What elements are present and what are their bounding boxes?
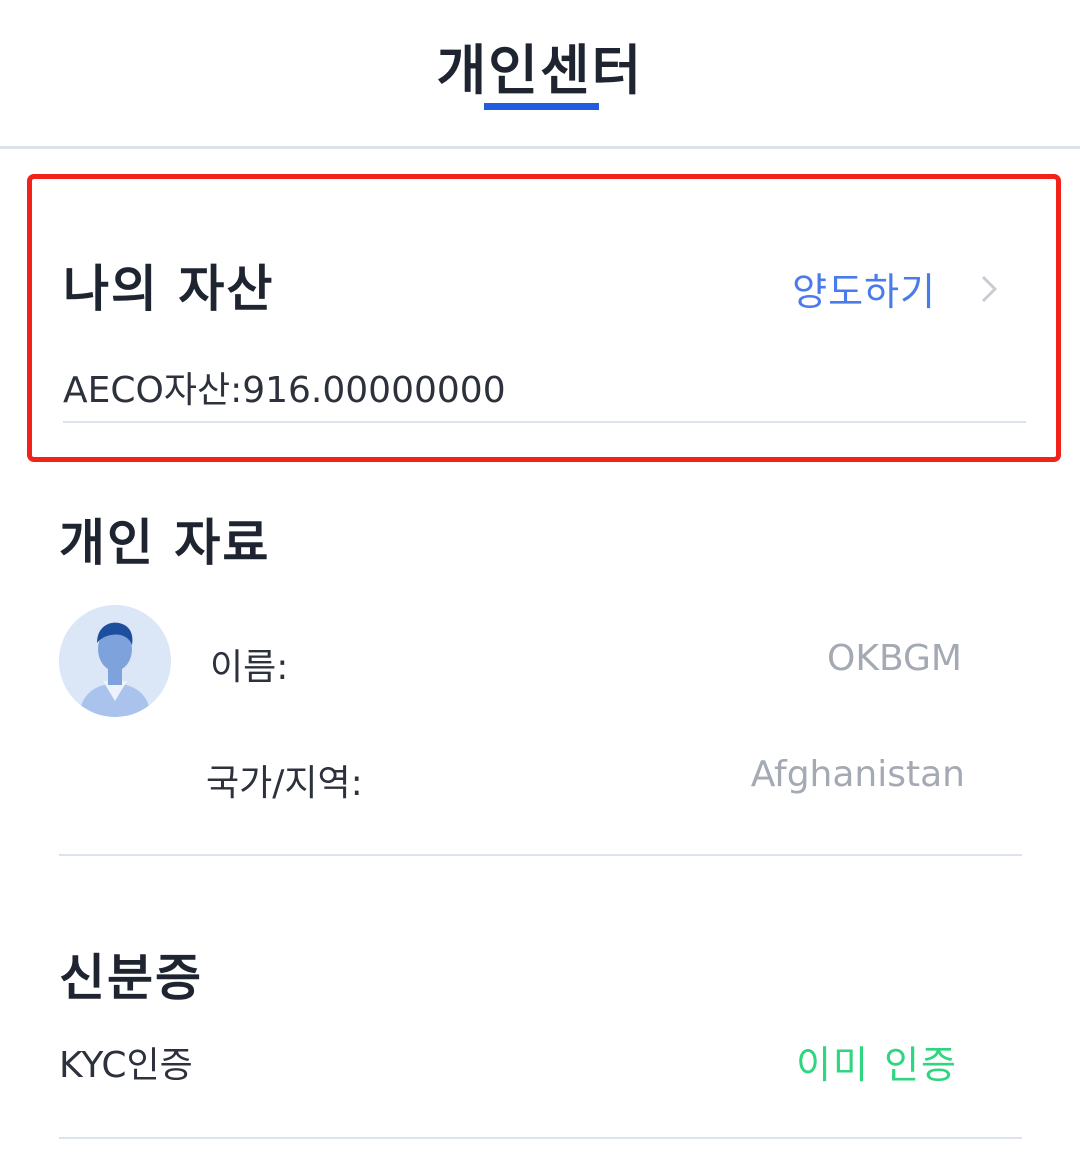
- page-header: 개인센터: [0, 0, 1080, 149]
- kyc-status-badge: 이미 인증: [796, 1043, 958, 1087]
- avatar: [59, 605, 171, 717]
- kyc-label: KYC인증: [59, 1045, 193, 1086]
- region-value: Afghanistan: [750, 754, 965, 795]
- chevron-right-icon: [981, 275, 998, 302]
- my-assets-title: 나의 자산: [63, 260, 275, 318]
- profile-divider: [59, 854, 1022, 856]
- transfer-label: 양도하기: [792, 270, 936, 314]
- user-avatar-icon: [59, 605, 171, 717]
- name-value: OKBGM: [827, 638, 962, 679]
- active-tab-indicator: [484, 103, 599, 110]
- transfer-button[interactable]: 양도하기: [792, 261, 1006, 316]
- name-label: 이름:: [210, 647, 289, 688]
- asset-divider: [63, 421, 1026, 423]
- identity-divider: [59, 1137, 1022, 1139]
- identity-section-title: 신분증: [59, 949, 203, 1007]
- page-title: 개인센터: [436, 39, 644, 102]
- region-label: 국가/지역:: [206, 763, 363, 804]
- profile-section-title: 개인 자료: [59, 514, 271, 572]
- my-assets-card: 나의 자산 양도하기 AECO자산:916.00000000: [27, 174, 1061, 462]
- aeco-balance: AECO자산:916.00000000: [63, 370, 506, 411]
